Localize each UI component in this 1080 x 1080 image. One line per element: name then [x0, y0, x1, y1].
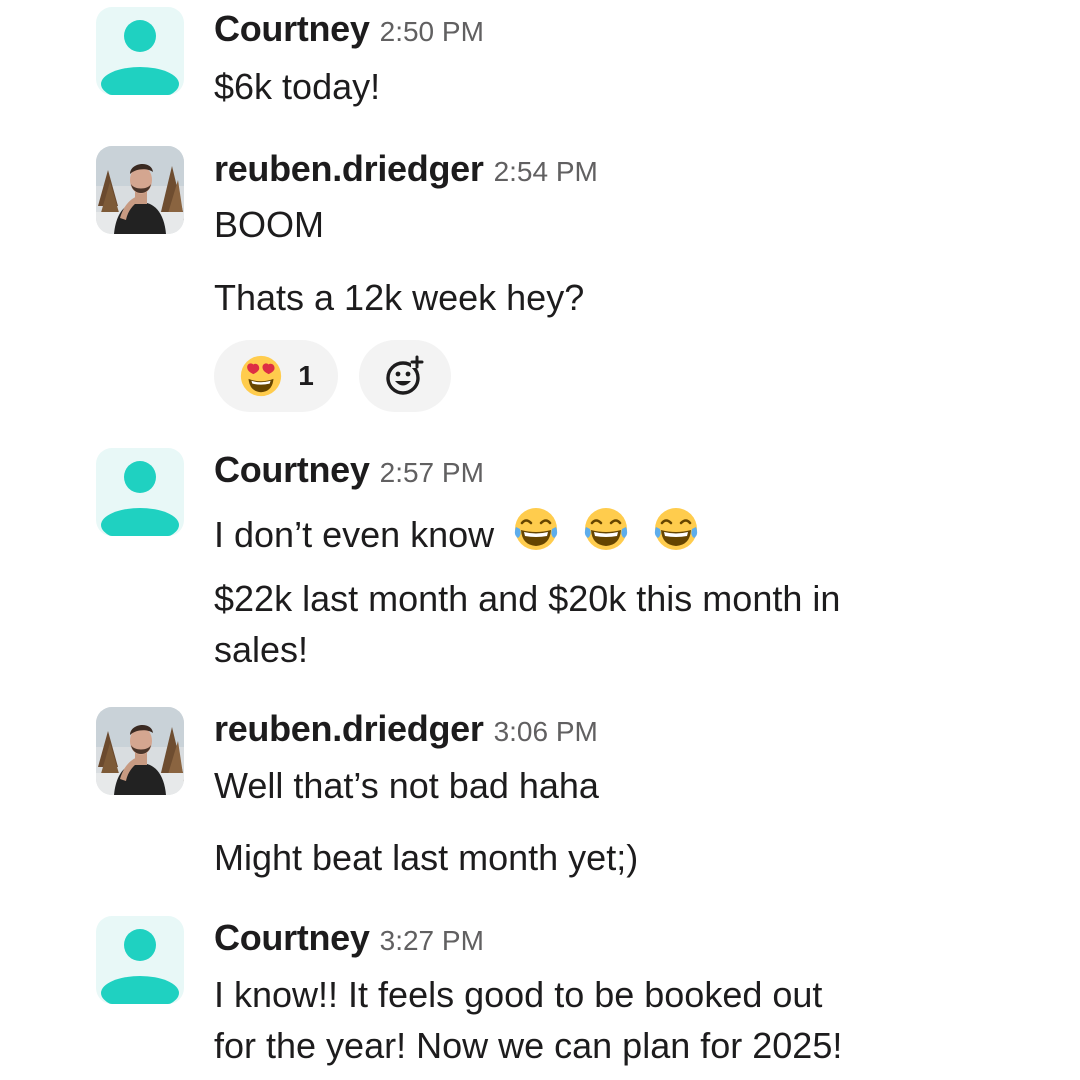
heart-eyes-emoji: [238, 353, 284, 399]
avatar[interactable]: [96, 7, 184, 95]
author-name[interactable]: Courtney: [214, 449, 370, 490]
default-user-icon: [96, 916, 184, 1004]
default-user-icon: [96, 448, 184, 536]
message-text: I don’t even know: [214, 514, 495, 555]
avatar[interactable]: [96, 146, 184, 234]
avatar[interactable]: [96, 916, 184, 1004]
message-text-with-emoji: I don’t even know: [214, 505, 722, 556]
laughing-tears-emoji: [652, 505, 700, 553]
message-text: $6k today!: [214, 66, 381, 107]
profile-photo: [96, 146, 184, 234]
add-reaction-button[interactable]: [359, 340, 451, 412]
message-text: for the year! Now we can plan for 2025!: [214, 1025, 843, 1066]
profile-photo: [96, 707, 184, 795]
message-text: BOOM: [214, 204, 325, 245]
timestamp[interactable]: 2:54 PM: [494, 156, 598, 187]
timestamp[interactable]: 3:06 PM: [494, 716, 598, 747]
laughing-tears-emoji: [512, 505, 560, 553]
message-text: I know!! It feels good to be booked out: [214, 974, 823, 1015]
laughing-tears-emoji: [582, 505, 630, 553]
timestamp[interactable]: 2:50 PM: [380, 16, 484, 47]
author-name[interactable]: Courtney: [214, 917, 370, 958]
reaction-heart-eyes[interactable]: 1: [214, 340, 338, 412]
add-reaction-icon: [386, 355, 424, 395]
avatar[interactable]: [96, 707, 184, 795]
default-user-icon: [96, 7, 184, 95]
timestamp[interactable]: 3:27 PM: [380, 925, 484, 956]
message-text: sales!: [214, 629, 309, 670]
author-name[interactable]: Courtney: [214, 8, 370, 49]
message-text: Thats a 12k week hey?: [214, 277, 585, 318]
author-name[interactable]: reuben.driedger: [214, 708, 484, 749]
timestamp[interactable]: 2:57 PM: [380, 457, 484, 488]
message-text: $22k last month and $20k this month in: [214, 578, 841, 619]
message-text: Well that’s not bad haha: [214, 765, 599, 806]
reaction-count: 1: [298, 360, 314, 391]
message-text: Might beat last month yet;): [214, 837, 639, 878]
author-name[interactable]: reuben.driedger: [214, 148, 484, 189]
avatar[interactable]: [96, 448, 184, 536]
